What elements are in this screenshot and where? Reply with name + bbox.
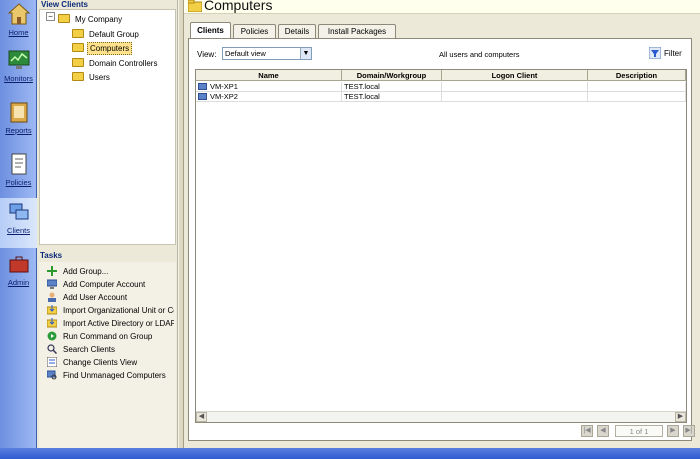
nav-admin[interactable]: Admin [0, 250, 37, 300]
col-domain[interactable]: Domain/Workgroup [342, 70, 442, 81]
col-description[interactable]: Description [588, 70, 686, 81]
nav-monitors[interactable]: Monitors [0, 46, 37, 96]
task-change-view[interactable]: Change Clients View [47, 356, 174, 369]
col-logon-client[interactable]: Logon Client [442, 70, 588, 81]
find-computer-icon [47, 370, 57, 380]
folder-icon [58, 14, 70, 23]
run-icon [47, 331, 57, 341]
admin-icon [9, 256, 28, 273]
tree-node-root[interactable]: My Company [58, 13, 124, 26]
cell-name: VM-XP1 [196, 82, 342, 92]
page-indicator: 1 of 1 [615, 425, 663, 437]
import-icon [47, 318, 57, 328]
filter-button[interactable]: Filter [649, 47, 682, 60]
import-icon [47, 305, 57, 315]
computer-icon [198, 83, 207, 90]
nav-reports-label: Reports [5, 126, 32, 135]
tree-node-default-group[interactable]: Default Group [72, 28, 141, 41]
clients-panel: View: Default view ▼ All users and compu… [188, 38, 695, 441]
computer-icon [47, 279, 57, 289]
nav-clients[interactable]: Clients [0, 198, 37, 248]
folder-icon [72, 58, 84, 67]
cell-domain: TEST.local [342, 92, 442, 102]
nav-home-label: Home [8, 28, 29, 37]
scope-text: All users and computers [439, 50, 520, 59]
task-import-ad-ldap[interactable]: Import Active Directory or LDAP U [47, 317, 174, 330]
page-title: Computers [204, 0, 273, 13]
first-page-icon[interactable]: |◀ [581, 425, 593, 437]
tree-node-domain-controllers[interactable]: Domain Controllers [72, 57, 159, 70]
tab-policies[interactable]: Policies [233, 24, 276, 38]
prev-page-icon[interactable]: ◀ [597, 425, 609, 437]
view-select[interactable]: Default view ▼ [222, 47, 312, 60]
nav-policies-label: Policies [5, 178, 32, 187]
task-add-user-account[interactable]: Add User Account [47, 291, 174, 304]
nav-clients-label: Clients [7, 226, 30, 235]
col-name[interactable]: Name [196, 70, 342, 81]
cell-logon-client [442, 82, 588, 92]
cell-description [588, 92, 686, 102]
task-add-computer-account[interactable]: Add Computer Account [47, 278, 174, 291]
chevron-down-icon[interactable]: ▼ [300, 48, 311, 59]
task-search-clients[interactable]: Search Clients [47, 343, 174, 356]
clients-icon [9, 203, 28, 220]
nav-admin-label: Admin [7, 278, 30, 287]
tree-pane: View Clients − My Company Default Group … [37, 0, 178, 448]
nav-reports[interactable]: Reports [0, 98, 37, 148]
horizontal-scrollbar[interactable]: ◀ ▶ [196, 411, 686, 422]
scroll-right-icon[interactable]: ▶ [675, 412, 686, 422]
search-icon [47, 344, 57, 354]
task-run-command[interactable]: Run Command on Group [47, 330, 174, 343]
bottom-bar [0, 448, 700, 459]
tasks-list: Add Group... Add Computer Account Add Us… [39, 262, 176, 448]
folder-icon [72, 43, 84, 52]
folder-icon [72, 29, 84, 38]
cell-name: VM-XP2 [196, 92, 342, 102]
client-tree: − My Company Default Group Computers Dom… [39, 9, 176, 245]
table-row[interactable]: VM-XP2 TEST.local [196, 92, 686, 102]
app-window: Home Monitors Reports Policies Clients A… [0, 0, 700, 459]
nav-monitors-label: Monitors [4, 74, 33, 83]
cell-logon-client [442, 92, 588, 102]
title-bar: Computers [184, 0, 700, 14]
user-icon [48, 292, 56, 302]
task-import-ou[interactable]: Import Organizational Unit or Cont [47, 304, 174, 317]
nav-policies[interactable]: Policies [0, 150, 37, 200]
grid-header: Name Domain/Workgroup Logon Client Descr… [196, 70, 686, 81]
reports-icon [10, 102, 27, 123]
cell-domain: TEST.local [342, 82, 442, 92]
collapse-icon[interactable]: − [46, 12, 55, 21]
view-label: View: [197, 50, 217, 59]
scroll-left-icon[interactable]: ◀ [196, 412, 207, 422]
tree-node-users[interactable]: Users [72, 71, 112, 84]
cell-description [588, 82, 686, 92]
monitor-icon [8, 50, 29, 69]
folder-icon [72, 72, 84, 81]
next-page-icon[interactable]: ▶ [667, 425, 679, 437]
filter-icon [649, 47, 661, 59]
task-add-group[interactable]: Add Group... [47, 265, 174, 278]
tree-node-computers[interactable]: Computers [72, 42, 133, 55]
computer-icon [198, 93, 207, 100]
filter-label: Filter [664, 49, 682, 58]
clients-grid: Name Domain/Workgroup Logon Client Descr… [195, 69, 687, 423]
view-icon [47, 357, 57, 367]
view-select-value: Default view [225, 49, 266, 58]
plus-icon [47, 266, 57, 276]
policies-icon [11, 153, 26, 175]
tasks-title: Tasks [40, 251, 63, 260]
task-find-unmanaged[interactable]: Find Unmanaged Computers [47, 369, 174, 382]
folder-icon [188, 0, 202, 12]
tab-clients[interactable]: Clients [190, 22, 231, 38]
left-nav: Home Monitors Reports Policies Clients A… [0, 0, 37, 448]
main-panel: Computers Clients Policies Details Insta… [184, 0, 700, 448]
nav-home[interactable]: Home [0, 0, 37, 50]
table-row[interactable]: VM-XP1 TEST.local [196, 82, 686, 92]
tab-details[interactable]: Details [278, 24, 316, 38]
last-page-icon[interactable]: ▶| [683, 425, 695, 437]
home-icon [7, 3, 30, 25]
tab-install-packages[interactable]: Install Packages [318, 24, 396, 38]
